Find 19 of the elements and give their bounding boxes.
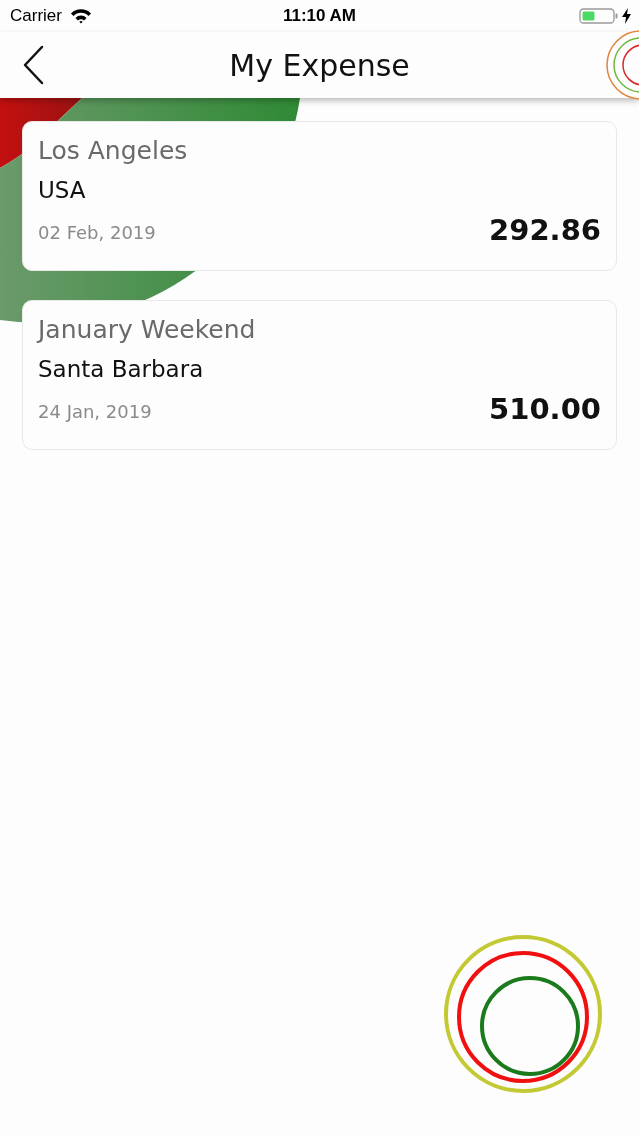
expense-card[interactable]: January Weekend Santa Barbara 24 Jan, 2019 510.00 — [22, 300, 617, 450]
expense-card[interactable]: Los Angeles USA 02 Feb, 2019 292.86 — [22, 121, 617, 271]
expense-amount: 292.86 — [489, 213, 601, 247]
expense-date: 24 Jan, 2019 — [38, 401, 152, 422]
expense-title: January Weekend — [38, 315, 256, 344]
wifi-icon — [69, 8, 92, 24]
rings-button-icon[interactable] — [443, 934, 603, 1094]
expense-title: Los Angeles — [38, 136, 188, 165]
expense-date: 02 Feb, 2019 — [38, 222, 156, 243]
expense-place: USA — [38, 177, 86, 203]
back-button[interactable] — [22, 45, 44, 85]
expense-amount: 510.00 — [489, 392, 601, 426]
status-time: 11:10 AM — [282, 6, 357, 26]
screen-title: My Expense — [229, 47, 410, 83]
battery-icon — [579, 7, 619, 25]
expense-place: Santa Barbara — [38, 356, 204, 382]
charging-icon — [622, 8, 631, 24]
carrier-name: Carrier — [10, 6, 62, 26]
rings-logo-icon[interactable] — [605, 30, 639, 100]
